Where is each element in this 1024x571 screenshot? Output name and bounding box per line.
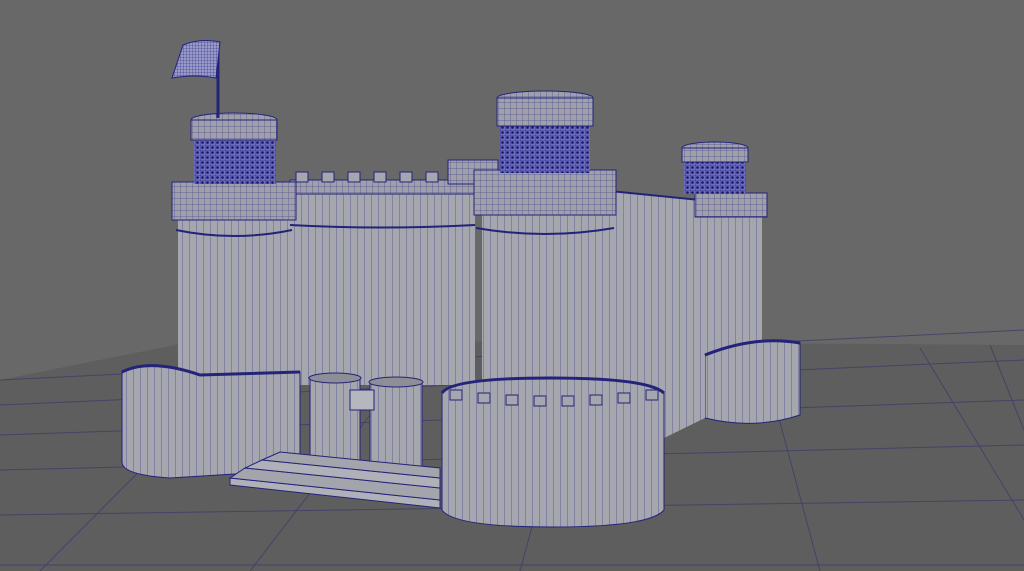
front-left-tower[interactable] [171,112,297,395]
front-right-bastion[interactable] [440,376,666,528]
right-curtain-wall[interactable] [599,189,701,390]
3d-viewport[interactable] [0,0,1024,571]
front-right-tower[interactable] [473,90,617,405]
flag[interactable] [171,40,221,118]
front-curtain-wall[interactable] [289,171,476,385]
